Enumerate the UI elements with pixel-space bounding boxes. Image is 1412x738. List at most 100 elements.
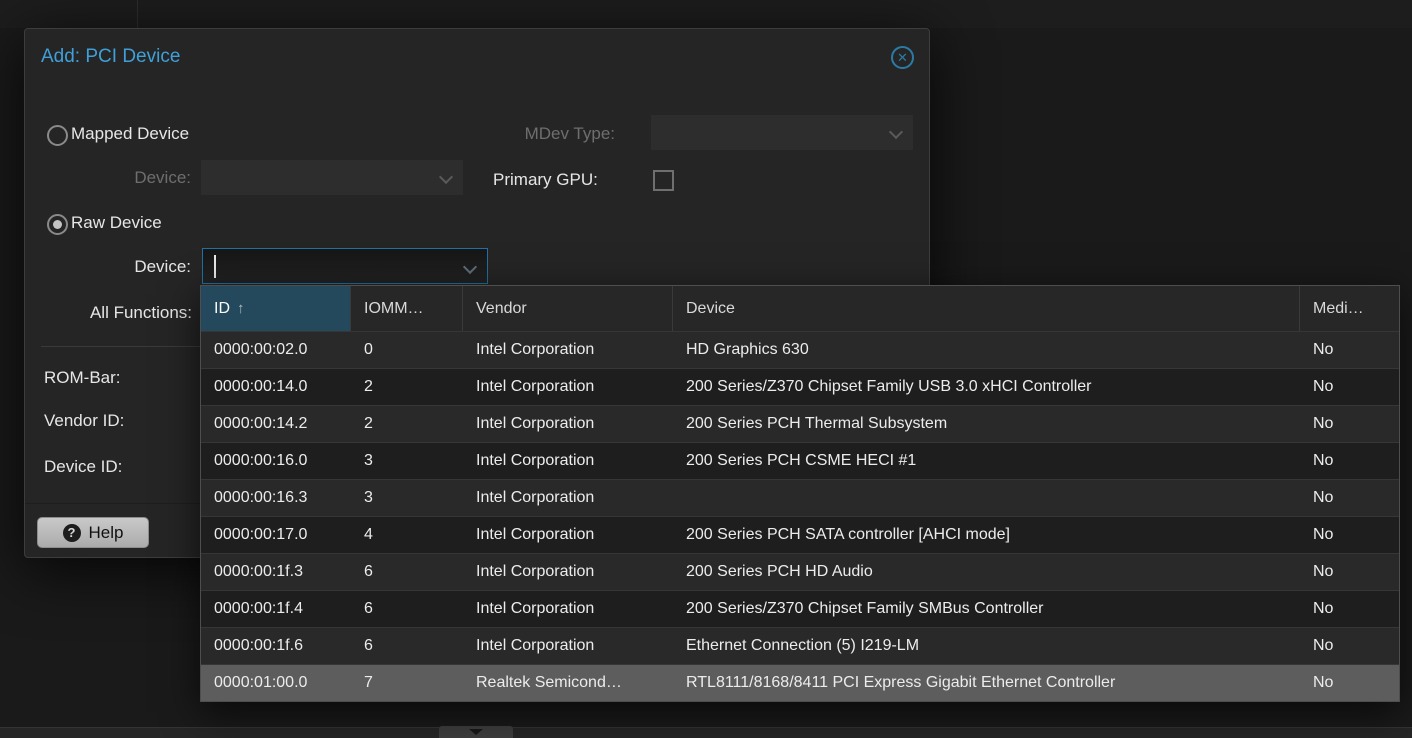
cell-iommu: 6 bbox=[351, 554, 463, 590]
chevron-down-icon[interactable] bbox=[463, 260, 477, 274]
cell-id: 0000:00:14.0 bbox=[201, 369, 351, 405]
all-functions-label: All Functions: bbox=[62, 303, 192, 323]
table-row[interactable]: 0000:00:14.22Intel Corporation200 Series… bbox=[201, 405, 1399, 442]
mapped-device-picker-label: Device: bbox=[61, 168, 191, 188]
cell-iommu: 2 bbox=[351, 406, 463, 442]
cell-mediated: No bbox=[1300, 332, 1399, 368]
cell-id: 0000:00:14.2 bbox=[201, 406, 351, 442]
cell-vendor: Intel Corporation bbox=[463, 591, 673, 627]
cell-mediated: No bbox=[1300, 406, 1399, 442]
table-header-row: ID↑IOMM…VendorDeviceMedi… bbox=[201, 286, 1399, 331]
cell-device: 200 Series PCH Thermal Subsystem bbox=[673, 406, 1300, 442]
device-id-label: Device ID: bbox=[44, 457, 122, 477]
cell-mediated: No bbox=[1300, 480, 1399, 516]
mapped-device-radio[interactable] bbox=[47, 125, 68, 146]
bottom-splitter-bar[interactable] bbox=[0, 727, 1412, 738]
raw-device-picker-label: Device: bbox=[61, 257, 191, 277]
pci-device-dropdown-table: ID↑IOMM…VendorDeviceMedi… 0000:00:02.00I… bbox=[200, 285, 1400, 702]
mapped-device-picker bbox=[201, 160, 463, 195]
table-body: 0000:00:02.00Intel CorporationHD Graphic… bbox=[201, 331, 1399, 701]
column-header-mediated[interactable]: Medi… bbox=[1300, 286, 1399, 331]
table-row[interactable]: 0000:00:16.03Intel Corporation200 Series… bbox=[201, 442, 1399, 479]
cell-id: 0000:00:1f.3 bbox=[201, 554, 351, 590]
cell-iommu: 6 bbox=[351, 591, 463, 627]
table-row[interactable]: 0000:00:1f.66Intel CorporationEthernet C… bbox=[201, 627, 1399, 664]
chevron-down-icon bbox=[889, 125, 903, 139]
dialog-title: Add: PCI Device bbox=[41, 46, 180, 68]
cell-device: Ethernet Connection (5) I219-LM bbox=[673, 628, 1300, 664]
cell-iommu: 3 bbox=[351, 443, 463, 479]
cell-mediated: No bbox=[1300, 554, 1399, 590]
cell-vendor: Intel Corporation bbox=[463, 369, 673, 405]
chevron-down-icon bbox=[439, 170, 453, 184]
column-header-id[interactable]: ID↑ bbox=[201, 286, 351, 331]
cell-device: HD Graphics 630 bbox=[673, 332, 1300, 368]
cell-id: 0000:00:16.3 bbox=[201, 480, 351, 516]
cell-device: 200 Series/Z370 Chipset Family USB 3.0 x… bbox=[673, 369, 1300, 405]
primary-gpu-label: Primary GPU: bbox=[493, 170, 598, 190]
cell-mediated: No bbox=[1300, 517, 1399, 553]
cell-id: 0000:01:00.0 bbox=[201, 665, 351, 701]
cell-vendor: Intel Corporation bbox=[463, 443, 673, 479]
screen: Add: PCI Device ✕ Mapped Device MDev Typ… bbox=[0, 0, 1412, 738]
cell-mediated: No bbox=[1300, 591, 1399, 627]
cell-iommu: 7 bbox=[351, 665, 463, 701]
cell-id: 0000:00:02.0 bbox=[201, 332, 351, 368]
table-row[interactable]: 0000:00:02.00Intel CorporationHD Graphic… bbox=[201, 331, 1399, 368]
cell-iommu: 4 bbox=[351, 517, 463, 553]
cell-vendor: Intel Corporation bbox=[463, 628, 673, 664]
cell-iommu: 2 bbox=[351, 369, 463, 405]
cell-mediated: No bbox=[1300, 369, 1399, 405]
rom-bar-label: ROM-Bar: bbox=[44, 368, 121, 388]
help-button-label: Help bbox=[89, 523, 124, 543]
table-row[interactable]: 0000:00:1f.36Intel Corporation200 Series… bbox=[201, 553, 1399, 590]
cell-device: 200 Series PCH CSME HECI #1 bbox=[673, 443, 1300, 479]
cell-iommu: 3 bbox=[351, 480, 463, 516]
cell-vendor: Intel Corporation bbox=[463, 480, 673, 516]
splitter-collapse-handle[interactable] bbox=[439, 726, 513, 738]
cell-iommu: 6 bbox=[351, 628, 463, 664]
column-header-device[interactable]: Device bbox=[673, 286, 1300, 331]
cell-id: 0000:00:16.0 bbox=[201, 443, 351, 479]
column-header-vendor[interactable]: Vendor bbox=[463, 286, 673, 331]
cell-vendor: Intel Corporation bbox=[463, 332, 673, 368]
background-top-strip bbox=[0, 0, 1412, 28]
cell-vendor: Intel Corporation bbox=[463, 517, 673, 553]
cell-device: 200 Series PCH HD Audio bbox=[673, 554, 1300, 590]
help-button[interactable]: ? Help bbox=[37, 517, 149, 548]
chevron-down-icon bbox=[469, 729, 483, 735]
sort-ascending-icon: ↑ bbox=[237, 300, 245, 317]
primary-gpu-checkbox[interactable] bbox=[653, 170, 674, 191]
table-row[interactable]: 0000:00:17.04Intel Corporation200 Series… bbox=[201, 516, 1399, 553]
raw-device-label: Raw Device bbox=[71, 213, 162, 233]
cell-vendor: Realtek Semicond… bbox=[463, 665, 673, 701]
cell-device: RTL8111/8168/8411 PCI Express Gigabit Et… bbox=[673, 665, 1300, 701]
raw-device-radio[interactable] bbox=[47, 214, 68, 235]
cell-vendor: Intel Corporation bbox=[463, 406, 673, 442]
table-row[interactable]: 0000:00:14.02Intel Corporation200 Series… bbox=[201, 368, 1399, 405]
mapped-device-label: Mapped Device bbox=[71, 124, 189, 144]
help-icon: ? bbox=[63, 524, 81, 542]
table-row[interactable]: 0000:01:00.07Realtek Semicond…RTL8111/81… bbox=[201, 664, 1399, 701]
table-row[interactable]: 0000:00:1f.46Intel Corporation200 Series… bbox=[201, 590, 1399, 627]
cell-mediated: No bbox=[1300, 665, 1399, 701]
table-row[interactable]: 0000:00:16.33Intel Corporation No bbox=[201, 479, 1399, 516]
cell-device bbox=[673, 480, 1300, 516]
cell-iommu: 0 bbox=[351, 332, 463, 368]
cell-device: 200 Series PCH SATA controller [AHCI mod… bbox=[673, 517, 1300, 553]
column-header-iommu[interactable]: IOMM… bbox=[351, 286, 463, 331]
vendor-id-label: Vendor ID: bbox=[44, 411, 124, 431]
cell-id: 0000:00:1f.6 bbox=[201, 628, 351, 664]
cell-mediated: No bbox=[1300, 443, 1399, 479]
mdev-type-select bbox=[651, 115, 913, 150]
cell-id: 0000:00:17.0 bbox=[201, 517, 351, 553]
cell-vendor: Intel Corporation bbox=[463, 554, 673, 590]
cell-id: 0000:00:1f.4 bbox=[201, 591, 351, 627]
cell-mediated: No bbox=[1300, 628, 1399, 664]
text-caret bbox=[214, 255, 216, 278]
device-combobox[interactable] bbox=[202, 248, 488, 284]
mdev-type-label: MDev Type: bbox=[455, 124, 615, 144]
close-icon[interactable]: ✕ bbox=[891, 46, 914, 69]
cell-device: 200 Series/Z370 Chipset Family SMBus Con… bbox=[673, 591, 1300, 627]
background-panel-divider bbox=[137, 0, 138, 28]
